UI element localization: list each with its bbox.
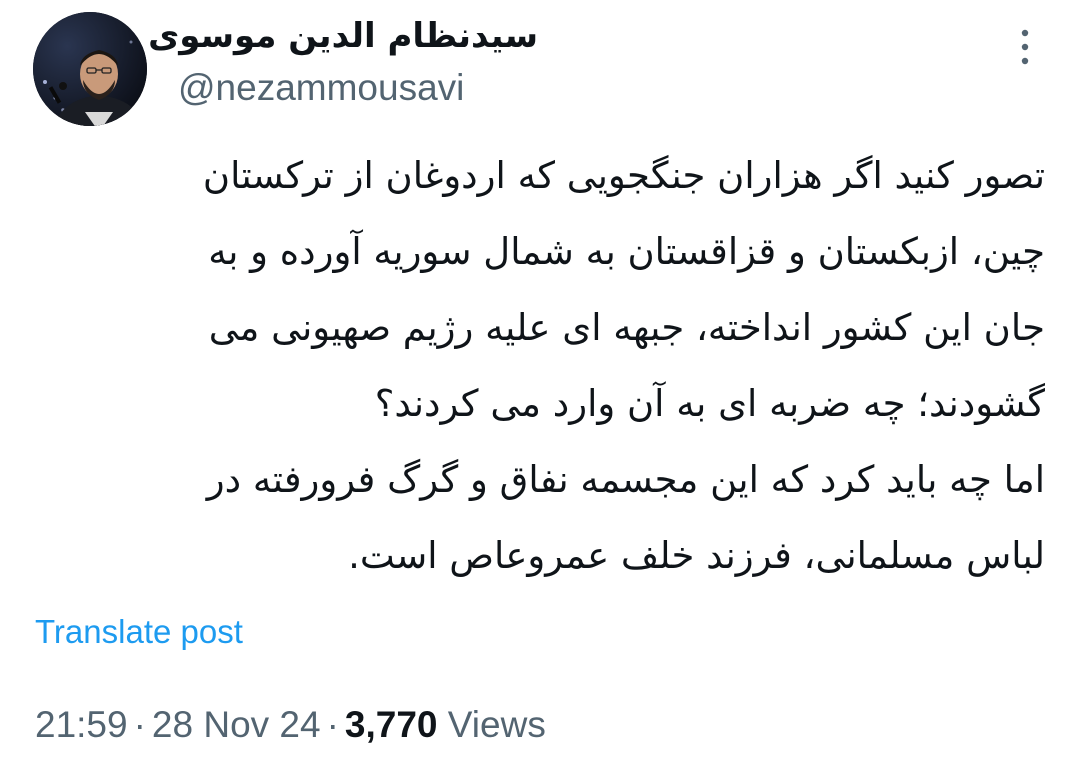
post-date[interactable]: 28 Nov 24 (152, 704, 321, 745)
tweet-header: سیدنظام الدین موسوی @nezammousavi (0, 0, 1080, 130)
views-label: Views (447, 704, 546, 745)
tweet-card: سیدنظام الدین موسوی @nezammousavi تصور ک… (0, 0, 1080, 757)
post-time[interactable]: 21:59 (35, 704, 128, 745)
user-handle[interactable]: @nezammousavi (178, 66, 578, 110)
tweet-text-line: چین، ازبکستان و قزاقستان به شمال سوریه آ… (208, 230, 1045, 273)
user-info: سیدنظام الدین موسوی @nezammousavi (148, 14, 578, 110)
avatar-photo (33, 12, 147, 126)
more-vertical-icon (1021, 29, 1029, 65)
avatar[interactable] (33, 12, 147, 126)
tweet-text-line: جان این کشور انداخته، جبهه ای علیه رژیم … (208, 306, 1045, 349)
tweet-text: تصور کنید اگر هزاران جنگجویی که اردوغان … (33, 138, 1045, 594)
translate-post-link[interactable]: Translate post (35, 610, 243, 654)
tweet-meta: 21:59 · 28 Nov 24 · 3,770 Views (35, 702, 546, 748)
tweet-text-line: تصور کنید اگر هزاران جنگجویی که اردوغان … (202, 154, 1045, 197)
tweet-text-line: لباس مسلمانی، فرزند خلف عمروعاص است. (348, 534, 1045, 577)
tweet-text-line: گشودند؛ چه ضربه ای به آن وارد می کردند؟ (374, 382, 1045, 425)
tweet-text-line: اما چه باید کرد که این مجسمه نفاق و گرگ … (206, 458, 1045, 501)
meta-separator: · (326, 704, 339, 745)
views-count: 3,770 (344, 704, 438, 745)
more-options-button[interactable] (1000, 22, 1050, 72)
display-name[interactable]: سیدنظام الدین موسوی (148, 14, 538, 58)
meta-separator: · (133, 704, 146, 745)
